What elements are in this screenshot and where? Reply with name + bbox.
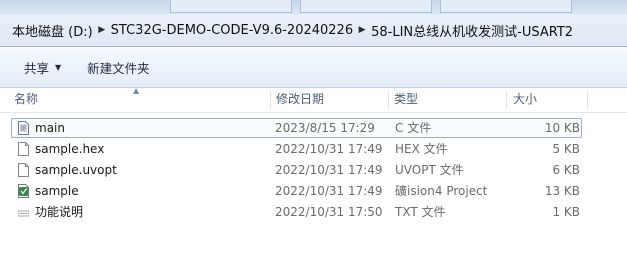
file-type: UVOPT 文件 [395, 163, 464, 177]
command-toolbar: 共享 ▼ 新建文件夹 [0, 47, 627, 88]
file-size: 6 KB [552, 163, 580, 177]
file-size: 1 KB [552, 205, 580, 219]
file-row[interactable]: sample.uvopt 2022/10/31 17:49 UVOPT 文件 6… [0, 160, 627, 181]
file-name: sample [35, 184, 79, 198]
document-icon [18, 142, 29, 156]
new-folder-button[interactable]: 新建文件夹 [77, 54, 160, 81]
file-row[interactable]: 功能说明 2022/10/31 17:50 TXT 文件 1 KB [0, 202, 627, 223]
column-header-size[interactable]: 大小 [507, 88, 587, 112]
chevron-down-icon: ▼ [55, 62, 62, 72]
file-name: 功能说明 [35, 205, 84, 219]
uvision-project-icon [18, 184, 29, 198]
column-divider[interactable] [587, 91, 588, 109]
c-source-file-icon [18, 121, 29, 135]
column-header-type[interactable]: 类型 [388, 88, 506, 112]
file-name: sample.uvopt [35, 163, 117, 177]
file-size: 5 KB [552, 142, 580, 156]
file-date: 2023/8/15 17:29 [275, 121, 375, 135]
share-button[interactable]: 共享 ▼ [14, 54, 71, 81]
file-type: TXT 文件 [395, 205, 446, 219]
chevron-right-icon[interactable]: ▶ [95, 25, 109, 35]
file-date: 2022/10/31 17:50 [275, 205, 383, 219]
document-icon [18, 163, 29, 177]
file-size: 13 KB [544, 184, 580, 198]
file-name: sample.hex [35, 142, 105, 156]
file-type: C 文件 [395, 121, 432, 135]
column-header-name[interactable]: 名称 [8, 88, 270, 112]
address-bar[interactable]: 本地磁盘 (D:) ▶ STC32G-DEMO-CODE-V9.6-202402… [0, 14, 627, 47]
file-name: main [35, 121, 65, 135]
column-header: ▲ 名称 修改日期 类型 大小 [0, 86, 627, 113]
file-type: 礦ision4 Project [395, 184, 488, 198]
text-file-icon [18, 210, 29, 217]
share-button-label: 共享 [24, 60, 50, 76]
chevron-right-icon[interactable]: ▶ [355, 25, 369, 35]
new-folder-button-label: 新建文件夹 [87, 60, 150, 76]
title-strip [0, 0, 627, 14]
file-date: 2022/10/31 17:49 [275, 142, 383, 156]
file-row[interactable]: main 2023/8/15 17:29 C 文件 10 KB [0, 118, 627, 139]
breadcrumb-item-drive[interactable]: 本地磁盘 (D:) [10, 21, 95, 40]
file-list: main 2023/8/15 17:29 C 文件 10 KB sample.h… [0, 118, 627, 223]
breadcrumb-item-folder[interactable]: 58-LIN总线从机收发测试-USART2 [369, 21, 575, 40]
breadcrumb-item-project[interactable]: STC32G-DEMO-CODE-V9.6-20240226 [109, 23, 355, 38]
file-type: HEX 文件 [395, 142, 448, 156]
file-row[interactable]: sample 2022/10/31 17:49 礦ision4 Project … [0, 181, 627, 202]
column-header-date[interactable]: 修改日期 [270, 88, 388, 112]
file-date: 2022/10/31 17:49 [275, 163, 383, 177]
file-row[interactable]: sample.hex 2022/10/31 17:49 HEX 文件 5 KB [0, 139, 627, 160]
file-size: 10 KB [544, 121, 580, 135]
file-date: 2022/10/31 17:49 [275, 184, 383, 198]
